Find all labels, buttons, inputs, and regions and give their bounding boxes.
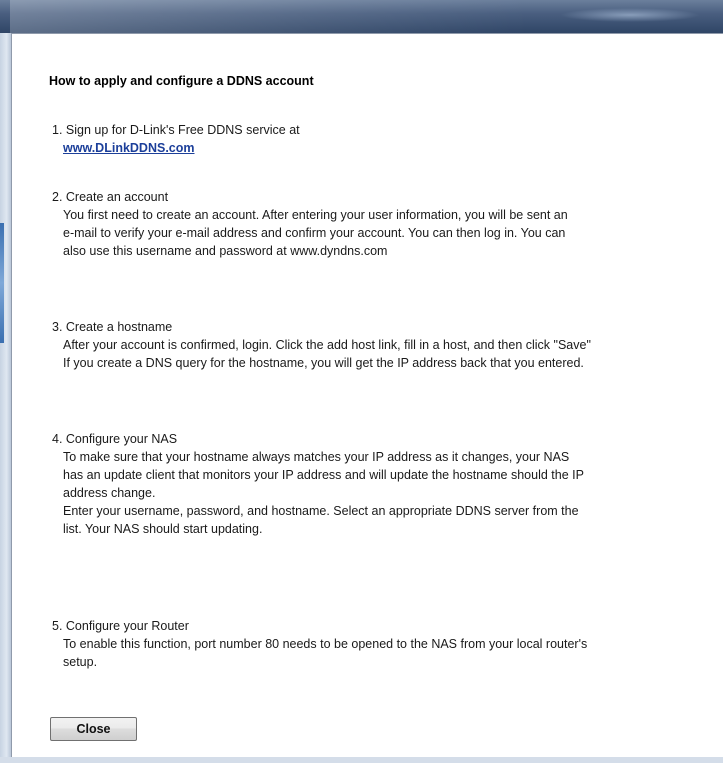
dlinkddns-link[interactable]: www.DLinkDDNS.com xyxy=(52,139,195,157)
step-configure-nas: 4. Configure your NAS To make sure that … xyxy=(52,430,703,538)
titlebar-shine xyxy=(10,0,530,33)
step-line: If you create a DNS query for the hostna… xyxy=(63,356,584,370)
step-signup: 1. Sign up for D-Link's Free DDNS servic… xyxy=(52,121,300,157)
step-configure-router: 5. Configure your Router To enable this … xyxy=(52,617,703,671)
step-create-hostname: 3. Create a hostname After your account … xyxy=(52,318,703,372)
step-title: 4. Configure your NAS xyxy=(52,432,178,446)
step-description: After your account is confirmed, login. … xyxy=(52,336,703,372)
step-line: To make sure that your hostname always m… xyxy=(63,450,570,464)
step-title: 3. Create a hostname xyxy=(52,320,173,334)
step-line: also use this username and password at w… xyxy=(63,244,388,258)
titlebar-glow xyxy=(560,8,700,22)
dialog-heading: How to apply and configure a DDNS accoun… xyxy=(49,74,314,88)
step-line: e-mail to verify your e-mail address and… xyxy=(63,226,566,240)
step-line: address change. xyxy=(63,486,156,500)
ddns-help-window: How to apply and configure a DDNS accoun… xyxy=(0,0,723,763)
step-line: After your account is confirmed, login. … xyxy=(63,338,591,352)
step-line: Enter your username, password, and hostn… xyxy=(63,504,579,518)
step-description: To make sure that your hostname always m… xyxy=(52,448,703,538)
step-title: 1. Sign up for D-Link's Free DDNS servic… xyxy=(52,123,300,137)
step-create-account: 2. Create an account You first need to c… xyxy=(52,188,703,260)
close-button[interactable]: Close xyxy=(50,717,137,741)
step-title: 5. Configure your Router xyxy=(52,619,189,633)
step-line: setup. xyxy=(63,655,98,669)
step-title: 2. Create an account xyxy=(52,190,169,204)
step-line: has an update client that monitors your … xyxy=(63,468,584,482)
step-description: To enable this function, port number 80 … xyxy=(52,635,703,671)
dialog-content: How to apply and configure a DDNS accoun… xyxy=(11,33,723,757)
window-titlebar[interactable] xyxy=(0,0,723,33)
frame-accent xyxy=(0,223,4,343)
window-frame-left xyxy=(0,33,11,763)
step-line: You first need to create an account. Aft… xyxy=(63,208,568,222)
step-line: To enable this function, port number 80 … xyxy=(63,637,588,651)
window-frame-bottom xyxy=(0,757,723,763)
step-line: list. Your NAS should start updating. xyxy=(63,522,263,536)
step-description: You first need to create an account. Aft… xyxy=(52,206,703,260)
